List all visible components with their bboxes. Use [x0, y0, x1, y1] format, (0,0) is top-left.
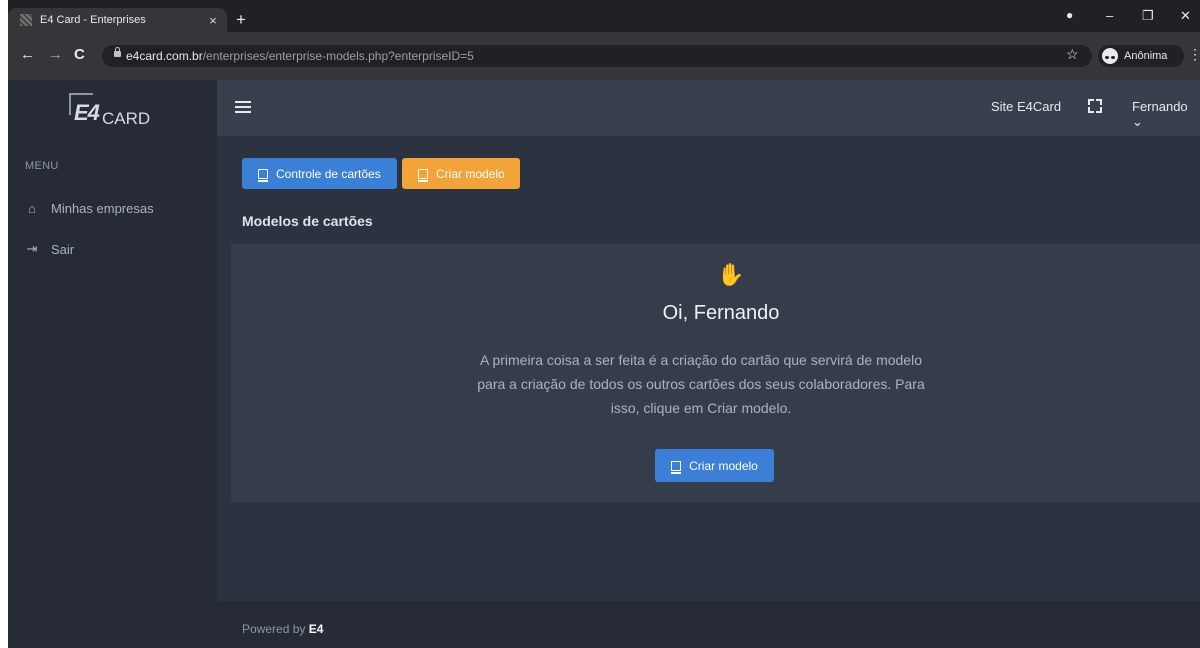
hand-wave-icon: ✋ [717, 262, 745, 287]
new-tab-button[interactable]: + [236, 11, 246, 28]
greeting-heading: Oi, Fernando [662, 302, 780, 324]
fullscreen-icon[interactable] [1088, 99, 1102, 113]
tab-title: E4 Card - Enterprises [40, 14, 146, 26]
button-label: Criar modelo [436, 166, 505, 181]
maximize-button[interactable]: ❐ [1142, 8, 1154, 24]
user-menu[interactable]: Fernando ⌄ [1132, 99, 1200, 130]
button-label: Criar modelo [689, 458, 758, 473]
controle-de-cartoes-button[interactable]: Controle de cartões [242, 158, 397, 189]
forward-button[interactable]: → [48, 47, 63, 63]
section-title: Modelos de cartões [242, 213, 373, 229]
lock-icon [114, 47, 121, 57]
sidebar-item-minhas-empresas[interactable]: ⌂ Minhas empresas [25, 201, 154, 216]
card-icon [258, 168, 268, 182]
logo-mark: E4 [74, 100, 100, 125]
favicon-icon [20, 14, 32, 26]
bookmark-star-icon[interactable]: ☆ [1066, 46, 1079, 63]
browser-menu-icon[interactable]: ⋮ [1188, 46, 1200, 63]
button-label: Controle de cartões [276, 166, 381, 181]
menu-label: MENU [25, 160, 59, 172]
minimize-button[interactable]: – [1106, 8, 1113, 23]
welcome-card: ✋ Oi, Fernando A primeira coisa a ser fe… [231, 244, 1200, 502]
sidebar-item-label: Minhas empresas [51, 201, 154, 216]
url-path: /enterprises/enterprise-models.php?enter… [202, 49, 474, 63]
home-icon: ⌂ [28, 201, 36, 216]
close-window-button[interactable]: ✕ [1180, 8, 1191, 24]
logo[interactable]: E4 CARD [8, 80, 217, 148]
hamburger-menu-icon[interactable] [235, 101, 251, 113]
browser-tab-bar: E4 Card - Enterprises × + ● – ❐ ✕ [8, 0, 1200, 32]
tab-close-icon[interactable]: × [205, 13, 221, 28]
reload-button[interactable]: C [74, 47, 85, 63]
url-text[interactable]: e4card.com.br/enterprises/enterprise-mod… [126, 49, 474, 63]
incognito-icon [1102, 48, 1118, 64]
footer-brand-link[interactable]: E4 [309, 622, 324, 636]
footer: Powered by E4 [217, 601, 1200, 648]
tab-search-icon[interactable]: ● [1066, 8, 1073, 22]
criar-modelo-button[interactable]: Criar modelo [402, 158, 520, 189]
back-button[interactable]: ← [20, 47, 35, 63]
welcome-description: A primeira coisa a ser feita é a criação… [477, 352, 925, 416]
profile-name: Anônima [1124, 50, 1168, 62]
footer-prefix: Powered by [242, 622, 309, 636]
logout-icon: ⇥ [26, 241, 38, 256]
criar-modelo-cta-button[interactable]: Criar modelo [655, 449, 774, 482]
url-host: e4card.com.br [126, 49, 203, 63]
site-e4card-link[interactable]: Site E4Card [991, 99, 1061, 114]
browser-tab[interactable]: E4 Card - Enterprises × [8, 8, 227, 32]
app-window: E4 Card - Enterprises × + ● – ❐ ✕ ← → C … [8, 0, 1200, 648]
footer-text: Powered by E4 [242, 622, 323, 636]
logo-text: CARD [102, 109, 151, 128]
top-navbar: Site E4Card Fernando ⌄ [217, 80, 1200, 136]
sidebar: E4 CARD MENU ⌂ Minhas empresas ⇥ Sair [8, 80, 217, 648]
profile-button[interactable]: Anônima [1098, 45, 1184, 67]
main-content: Controle de cartões Criar modelo Modelos… [217, 136, 1200, 601]
card-icon [671, 460, 682, 474]
card-icon [418, 168, 428, 182]
sidebar-item-label: Sair [51, 241, 75, 257]
sidebar-item-sair[interactable]: ⇥ Sair [25, 241, 75, 257]
